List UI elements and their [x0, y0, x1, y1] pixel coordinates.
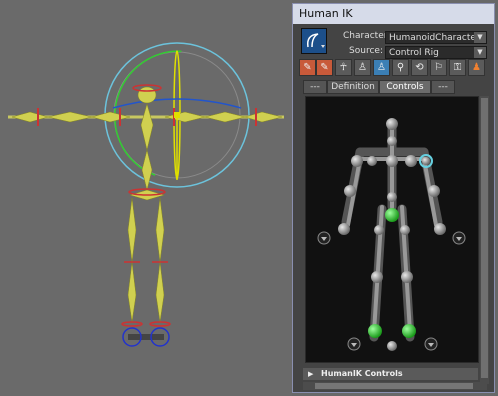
panel-title: Human IK	[293, 4, 494, 24]
pencil-icon[interactable]: ✎	[299, 59, 316, 76]
tab-definition[interactable]: Definition	[327, 80, 379, 94]
orange-figure-icon[interactable]: ♟	[468, 59, 485, 76]
human-ik-panel: Human IK Character: HumanoidCharacter ▼ …	[292, 3, 495, 393]
character-row: Character: HumanoidCharacter ▼	[343, 31, 491, 44]
horizontal-scrollbar[interactable]	[303, 382, 487, 390]
pin-rotate-icon[interactable]: ⟲	[411, 59, 428, 76]
character-label: Character:	[343, 31, 391, 41]
controls-figure[interactable]	[305, 96, 479, 363]
expand-arrow-icon: ▶	[308, 370, 314, 378]
character-value: HumanoidCharacter	[389, 33, 480, 43]
tab-controls[interactable]: Controls	[379, 80, 431, 94]
pin-translate-icon[interactable]: ⚲	[392, 59, 409, 76]
section-header[interactable]: ▶ HumanIK Controls	[303, 368, 478, 380]
body-full-icon[interactable]: ☥	[335, 59, 352, 76]
source-value: Control Rig	[389, 48, 439, 58]
right-ankle-joint	[402, 324, 416, 338]
left-shoulder-joint	[351, 155, 363, 167]
source-dropdown[interactable]: Control Rig ▼	[385, 46, 487, 59]
key-all-icon[interactable]: ⚿	[449, 59, 466, 76]
section-label: HumanIK Controls	[321, 369, 403, 378]
neck-joint	[387, 136, 397, 146]
chest-joint	[386, 155, 398, 167]
body-ik-icon[interactable]: ♙	[354, 59, 371, 76]
hik-toolbar: ✎ ✎ ☥ ♙ ♙ ⚲ ⟲ ⚐ ⚿ ♟	[299, 59, 489, 77]
source-row: Source: Control Rig ▼	[343, 46, 491, 59]
left-elbow-joint	[344, 185, 356, 197]
tab-prev[interactable]: ---	[303, 80, 327, 94]
skeleton-scene[interactable]	[0, 0, 292, 396]
body-fk-icon[interactable]: ♙	[373, 59, 390, 76]
right-hip-joint	[400, 225, 410, 235]
head-joint	[386, 118, 398, 130]
viewport-3d[interactable]	[0, 0, 292, 396]
chevron-down-icon: ▼	[474, 32, 486, 43]
floor-joint	[387, 341, 397, 351]
right-clavicle-joint	[405, 155, 417, 167]
character-dropdown[interactable]: HumanoidCharacter ▼	[385, 31, 487, 44]
left-hip-joint	[374, 225, 384, 235]
left-knee-joint	[371, 271, 383, 283]
character-swirl-icon	[306, 33, 325, 48]
source-label: Source:	[349, 46, 383, 56]
right-wrist-joint	[434, 223, 446, 235]
spine-joint	[387, 192, 397, 202]
pin-none-icon[interactable]: ⚐	[430, 59, 447, 76]
feet-bar	[128, 334, 164, 340]
manipulator-center	[174, 112, 180, 118]
vertical-scrollbar[interactable]	[480, 96, 489, 384]
left-wrist-joint	[338, 223, 350, 235]
hips-joint	[385, 208, 399, 222]
left-clavicle-joint	[367, 156, 377, 166]
rotate-z-ring	[112, 98, 242, 109]
right-elbow-joint	[428, 185, 440, 197]
chevron-down-icon: ▼	[474, 47, 486, 58]
tab-next[interactable]: ---	[431, 80, 455, 94]
character-icon[interactable]	[301, 28, 327, 54]
tab-bar: --- Definition Controls ---	[303, 80, 487, 94]
hik-figure-map[interactable]	[306, 97, 478, 362]
pencil-red-icon[interactable]: ✎	[316, 59, 333, 76]
right-knee-joint	[401, 271, 413, 283]
left-ankle-joint	[368, 324, 382, 338]
